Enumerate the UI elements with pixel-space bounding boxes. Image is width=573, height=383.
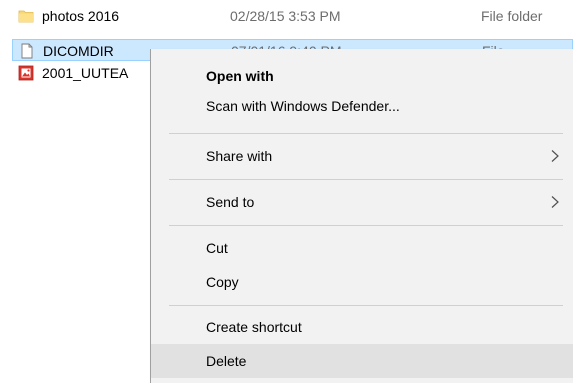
file-name: DICOMDIR bbox=[43, 43, 114, 59]
menu-item-cut[interactable]: Cut bbox=[151, 231, 573, 265]
menu-separator bbox=[169, 305, 563, 306]
file-date: 02/28/15 3:53 PM bbox=[230, 8, 341, 24]
menu-label: Share with bbox=[206, 148, 273, 164]
chevron-right-icon bbox=[551, 150, 559, 162]
menu-label: Open with bbox=[206, 68, 274, 84]
menu-item-share-with[interactable]: Share with bbox=[151, 139, 573, 173]
blank-file-icon bbox=[21, 43, 33, 59]
file-name: 2001_UUTEA bbox=[42, 65, 129, 81]
menu-separator bbox=[169, 133, 563, 134]
menu-label: Delete bbox=[206, 353, 247, 369]
menu-separator bbox=[169, 225, 563, 226]
menu-label: Cut bbox=[206, 240, 228, 256]
file-type: File folder bbox=[481, 8, 543, 24]
menu-item-scan-with-defender[interactable]: Scan with Windows Defender... bbox=[151, 89, 573, 123]
menu-item-open-with[interactable]: Open with bbox=[151, 59, 573, 93]
menu-separator bbox=[169, 179, 563, 180]
menu-item-create-shortcut[interactable]: Create shortcut bbox=[151, 310, 573, 344]
file-name: photos 2016 bbox=[42, 8, 120, 24]
context-menu: Open with Scan with Windows Defender... … bbox=[150, 49, 573, 383]
menu-label: Copy bbox=[206, 274, 239, 290]
menu-label: Scan with Windows Defender... bbox=[206, 98, 400, 114]
menu-item-delete[interactable]: Delete bbox=[151, 344, 573, 378]
chevron-right-icon bbox=[551, 196, 559, 208]
menu-label: Send to bbox=[206, 194, 255, 210]
menu-item-copy[interactable]: Copy bbox=[151, 265, 573, 299]
folder-icon bbox=[18, 10, 34, 23]
menu-item-send-to[interactable]: Send to bbox=[151, 185, 573, 219]
menu-label: Create shortcut bbox=[206, 319, 302, 335]
image-file-icon bbox=[18, 65, 34, 81]
file-row-photos-2016[interactable]: photos 2016 02/28/15 3:53 PM File folder bbox=[12, 5, 573, 27]
